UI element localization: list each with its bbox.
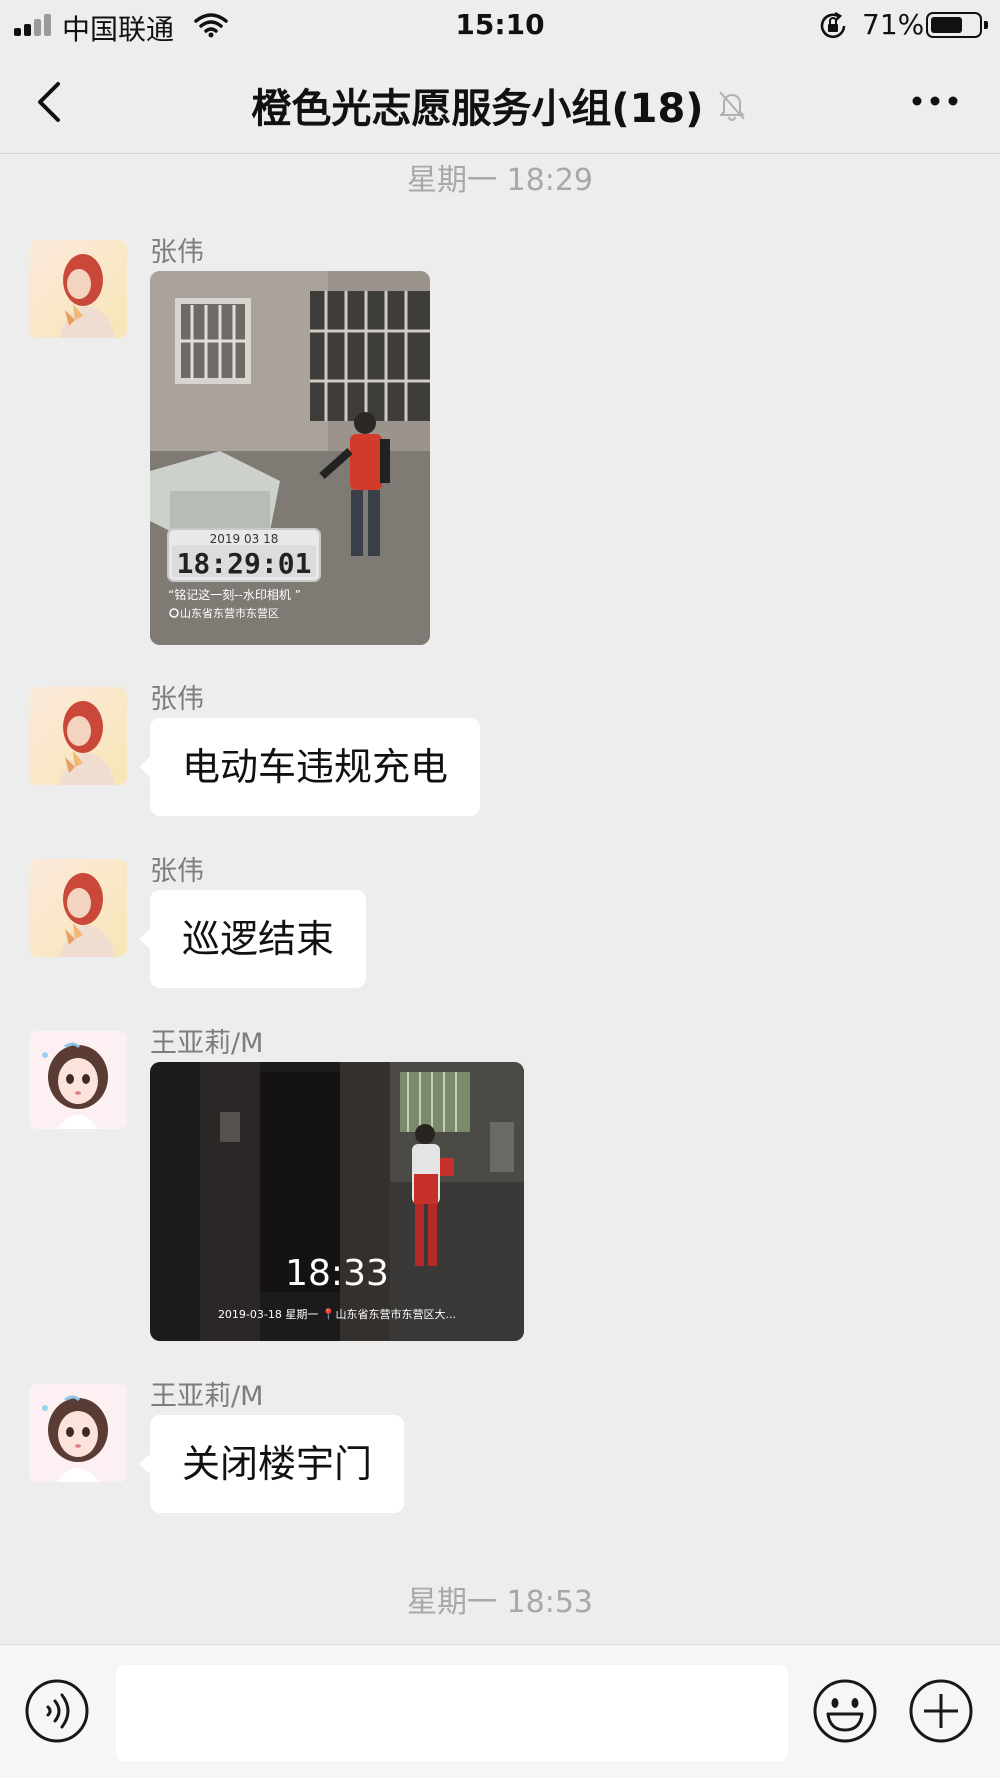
photo-overlay-date: 2019 03 18 — [210, 532, 279, 546]
emoji-icon[interactable] — [812, 1678, 878, 1744]
patrol-photo-1: 2019 03 18 18:29:01 “铭记这一刻--水印相机 ” 山东省东营… — [150, 271, 430, 645]
sender-name: 张伟 — [150, 856, 204, 887]
photo-overlay-caption: “铭记这一刻--水印相机 ” — [168, 587, 301, 602]
chat-header: 橙色光志愿服务小组(18) — [0, 50, 1000, 154]
avatar[interactable] — [29, 687, 127, 785]
more-dots-icon[interactable] — [910, 86, 960, 116]
sender-name: 张伟 — [150, 684, 204, 715]
battery-icon — [926, 12, 988, 38]
message-input[interactable] — [116, 1665, 788, 1761]
plus-icon[interactable] — [908, 1678, 974, 1744]
avatar-red-hair-image — [29, 859, 127, 957]
sender-name: 王亚莉/M — [150, 1381, 264, 1412]
sender-name: 张伟 — [150, 237, 204, 268]
text-bubble[interactable]: 巡逻结束 — [138, 890, 367, 988]
avatar[interactable] — [29, 240, 127, 338]
avatar-red-hair-image — [29, 240, 127, 338]
avatar[interactable] — [29, 859, 127, 957]
status-bar: 中国联通 15:10 71% — [0, 0, 1000, 50]
photo-overlay-footer: 2019-03-18 星期一 📍山东省东营市东营区大... — [218, 1307, 456, 1321]
time-separator: 星期一 18:29 — [407, 163, 593, 198]
bell-muted-icon — [718, 91, 745, 121]
sender-name: 王亚莉/M — [150, 1028, 264, 1059]
avatar-cartoon-girl-image — [29, 1031, 127, 1129]
orientation-lock-icon — [820, 11, 846, 39]
input-bar — [0, 1644, 1000, 1778]
avatar[interactable] — [29, 1031, 127, 1129]
chat-title-wrap: 橙色光志愿服务小组(18) — [0, 76, 1000, 134]
patrol-photo-2: 18:33 2019-03-18 星期一 📍山东省东营市东营区大... — [150, 1062, 524, 1341]
avatar-cartoon-girl-image — [29, 1384, 127, 1482]
avatar-red-hair-image — [29, 687, 127, 785]
photo-overlay-clock: 18:33 — [285, 1253, 389, 1294]
image-message[interactable]: 2019 03 18 18:29:01 “铭记这一刻--水印相机 ” 山东省东营… — [150, 271, 430, 645]
voice-icon[interactable] — [24, 1678, 90, 1744]
text-bubble[interactable]: 电动车违规充电 — [138, 718, 481, 816]
image-message[interactable]: 18:33 2019-03-18 星期一 📍山东省东营市东营区大... — [150, 1062, 524, 1341]
clock-time: 15:10 — [455, 8, 545, 41]
battery-percent: 71% — [862, 8, 925, 41]
time-separator: 星期一 18:53 — [407, 1585, 593, 1620]
photo-overlay-location: 山东省东营市东营区 — [180, 606, 279, 620]
avatar[interactable] — [29, 1384, 127, 1482]
photo-overlay-clock: 18:29:01 — [177, 547, 312, 580]
text-bubble[interactable]: 关闭楼宇门 — [138, 1415, 405, 1513]
chat-title: 橙色光志愿服务小组(18) — [251, 86, 704, 132]
